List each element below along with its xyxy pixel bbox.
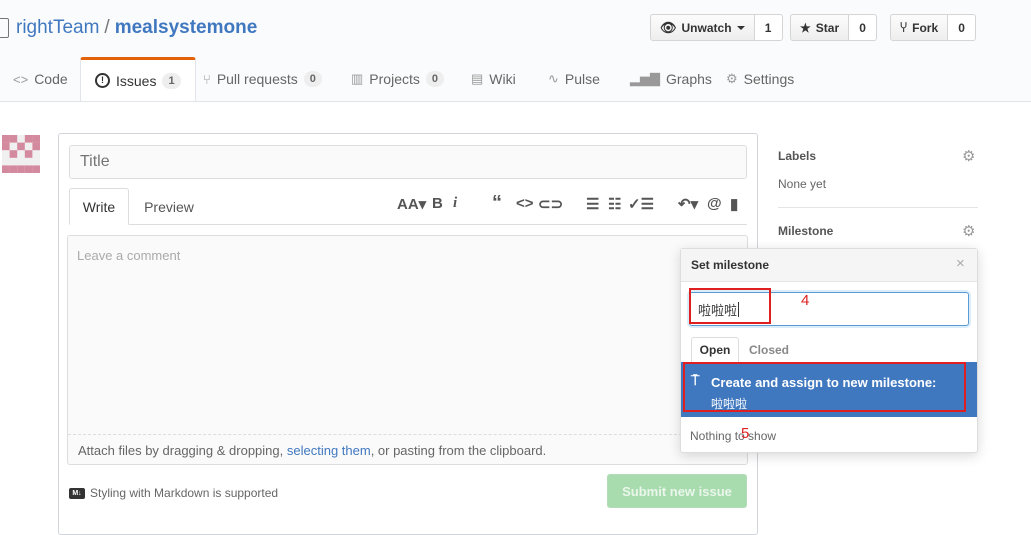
mention-icon[interactable]: @	[707, 195, 722, 212]
tab-wiki-label: Wiki	[489, 71, 516, 87]
popup-title: Set milestone	[691, 258, 770, 272]
milestone-popup: Set milestone × 啦啦啦 Open Closed ⍑ Create…	[680, 248, 978, 453]
repo-owner-link[interactable]: rightTeam	[16, 17, 99, 38]
issue-icon: !	[95, 73, 110, 88]
star-count[interactable]: 0	[849, 14, 878, 41]
reply-icon[interactable]: ↶▾	[678, 195, 698, 213]
close-icon[interactable]: ×	[956, 255, 965, 272]
graph-icon: ▂▅▇	[630, 71, 660, 86]
attach-text-end: , or pasting from the clipboard.	[370, 443, 547, 458]
annotation-box-filter	[689, 288, 771, 324]
annotation-step-4: 4	[801, 292, 810, 309]
projects-count: 0	[425, 71, 444, 87]
fork-label: Fork	[912, 20, 939, 35]
tab-graphs-label: Graphs	[666, 71, 712, 87]
pull-requests-count: 0	[303, 71, 322, 87]
pulse-icon: ∿	[548, 71, 559, 86]
fork-count[interactable]: 0	[948, 14, 977, 41]
repo-icon	[0, 18, 9, 38]
repo-name-link[interactable]: mealsystemone	[115, 17, 258, 38]
fork-button[interactable]: Ⴤ Fork	[890, 14, 949, 41]
avatar	[2, 135, 40, 173]
wiki-icon: ▤	[471, 71, 484, 86]
tab-write[interactable]: Write	[69, 188, 129, 225]
tab-closed-milestones[interactable]: Closed	[743, 337, 795, 363]
repo-title: rightTeam / mealsystemone	[16, 17, 257, 39]
unwatch-label: Unwatch	[681, 20, 732, 35]
tab-pulse[interactable]: ∿ Pulse	[548, 58, 600, 100]
text-size-icon[interactable]: AA▾	[397, 195, 426, 213]
markdown-icon: M↓	[69, 487, 85, 499]
comment-placeholder: Leave a comment	[77, 248, 181, 263]
tab-projects-label: Projects	[369, 71, 420, 87]
drop-zone-divider	[68, 434, 747, 435]
bookmark-icon[interactable]: ▮	[730, 195, 738, 213]
tab-pull-requests[interactable]: ⑂ Pull requests 0	[203, 58, 322, 100]
code-icon[interactable]: <>	[516, 195, 534, 212]
sidebar-divider	[778, 207, 978, 208]
task-list-icon[interactable]: ✓☰	[628, 195, 654, 213]
numbered-list-icon[interactable]: ☷	[608, 195, 621, 213]
empty-state: Nothing to show	[690, 429, 777, 443]
milestone-heading[interactable]: Milestone	[778, 224, 833, 238]
eye-icon: 👁	[660, 19, 677, 35]
labels-value: None yet	[778, 177, 827, 191]
repo-separator: /	[104, 17, 110, 38]
star-label: Star	[815, 20, 840, 35]
tab-settings[interactable]: ⚙ Settings	[726, 58, 794, 100]
markdown-note-label: Styling with Markdown is supported	[90, 486, 279, 500]
tab-settings-label: Settings	[743, 71, 795, 87]
quote-icon[interactable]: “	[492, 192, 502, 215]
tab-graphs[interactable]: ▂▅▇ Graphs	[630, 58, 712, 100]
code-icon: <>	[13, 71, 29, 87]
pull-request-icon: ⑂	[203, 71, 211, 87]
italic-icon[interactable]: i	[453, 195, 457, 212]
star-icon: ★	[800, 20, 811, 35]
tab-open-milestones[interactable]: Open	[691, 337, 739, 363]
unwatch-button[interactable]: 👁 Unwatch	[650, 14, 755, 41]
bulleted-list-icon[interactable]: ☰	[586, 195, 599, 213]
tab-issues-label: Issues	[116, 72, 157, 89]
issues-count: 1	[162, 72, 181, 89]
tab-pulse-label: Pulse	[564, 71, 600, 87]
attach-text-start: Attach files by dragging & dropping,	[78, 443, 287, 458]
tab-pull-requests-label: Pull requests	[216, 71, 298, 87]
fork-icon: Ⴤ	[900, 20, 908, 35]
bold-icon[interactable]: B	[432, 195, 443, 212]
star-group: ★ Star 0	[790, 14, 878, 41]
select-files-link[interactable]: selecting them	[287, 443, 371, 458]
markdown-note[interactable]: M↓ Styling with Markdown is supported	[69, 486, 278, 500]
submit-issue-button[interactable]: Submit new issue	[607, 474, 747, 508]
tab-preview[interactable]: Preview	[134, 188, 204, 225]
annotation-box-create	[683, 362, 966, 412]
attach-files-note: Attach files by dragging & dropping, sel…	[78, 443, 546, 458]
tab-issues[interactable]: ! Issues 1	[80, 57, 196, 101]
gear-icon: ⚙	[726, 71, 738, 86]
watch-group: 👁 Unwatch 1	[650, 14, 783, 41]
labels-heading[interactable]: Labels	[778, 149, 816, 163]
chevron-down-icon	[736, 25, 745, 30]
annotation-step-5: 5	[741, 425, 750, 442]
star-button[interactable]: ★ Star	[790, 14, 850, 41]
tab-code[interactable]: <> Code	[13, 58, 68, 100]
tab-wiki[interactable]: ▤ Wiki	[471, 58, 516, 100]
fork-group: Ⴤ Fork 0	[890, 14, 977, 41]
watch-count[interactable]: 1	[754, 14, 783, 41]
tab-projects[interactable]: ▥ Projects 0	[351, 58, 444, 100]
tab-divider	[69, 224, 747, 225]
milestone-gear-icon[interactable]: ⚙	[962, 222, 975, 240]
project-icon: ▥	[351, 71, 364, 86]
issue-title-input[interactable]	[69, 145, 747, 179]
comment-textarea[interactable]	[67, 235, 748, 465]
link-icon[interactable]: ⊂⊃	[538, 195, 563, 213]
labels-gear-icon[interactable]: ⚙	[962, 147, 975, 165]
tab-code-label: Code	[34, 71, 68, 87]
